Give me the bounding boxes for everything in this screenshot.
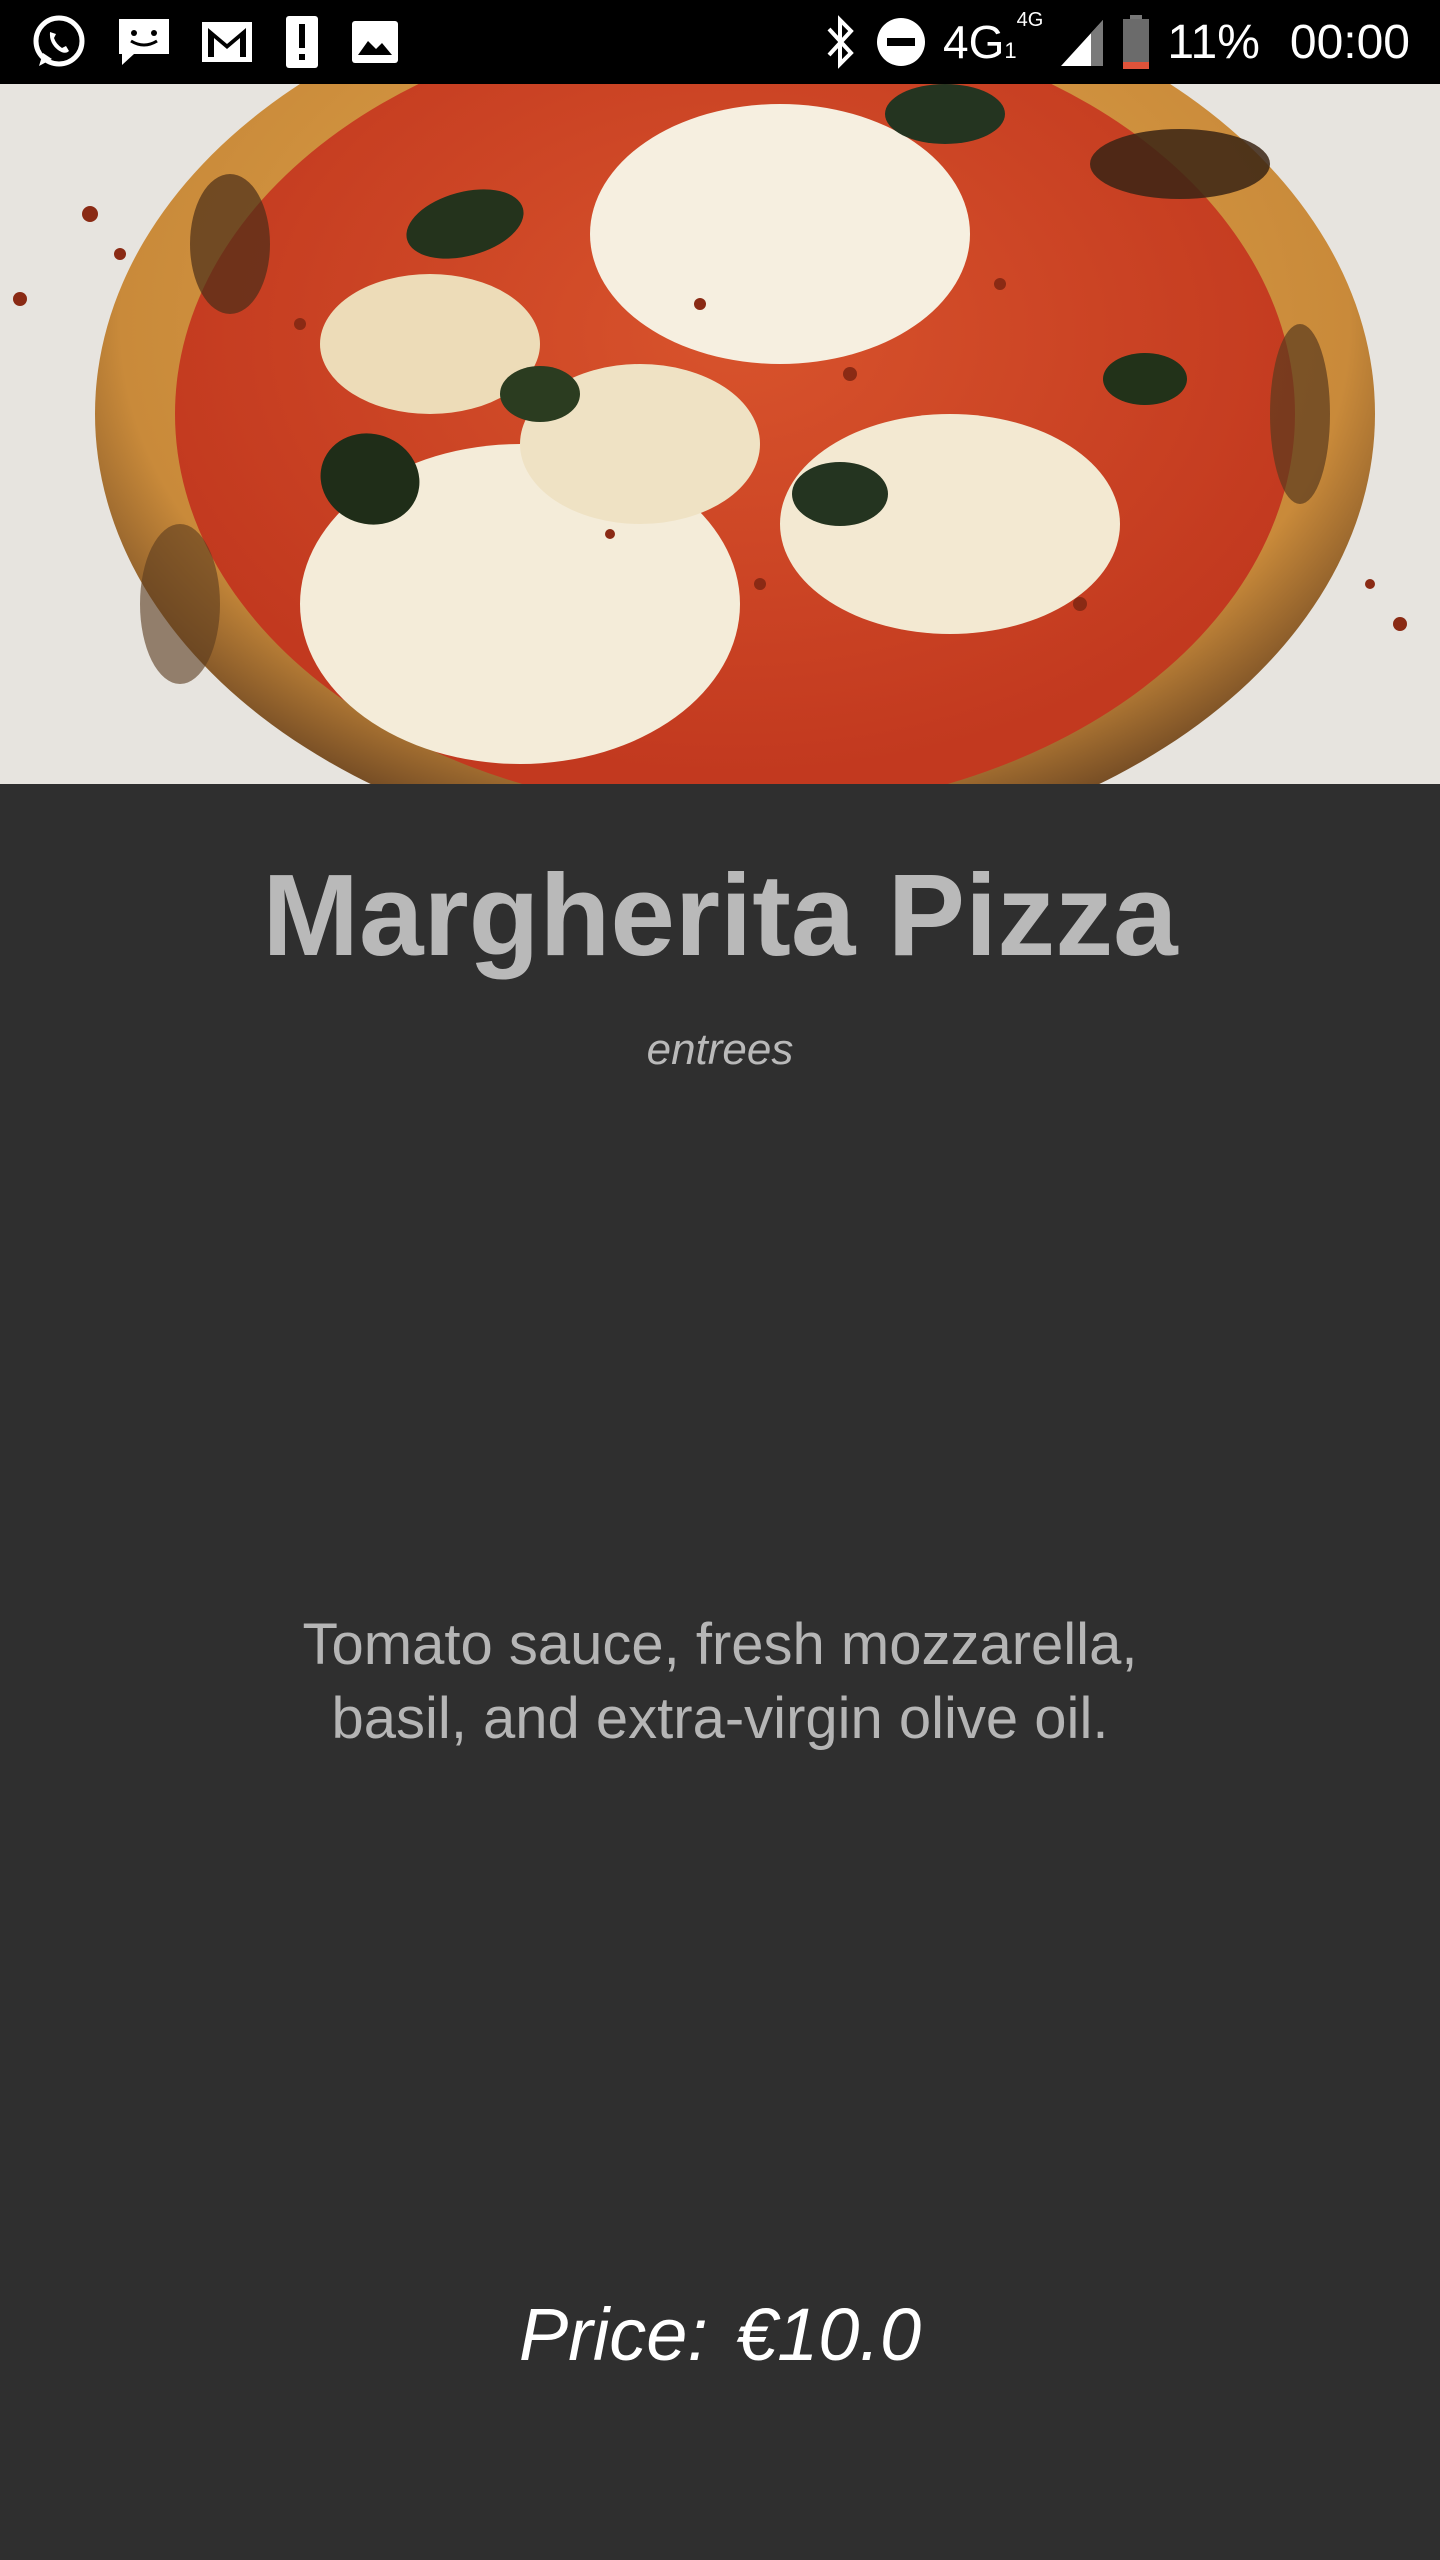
system-indicators: 4G14G 11% 00:00 xyxy=(823,0,1410,84)
dish-title: Margherita Pizza xyxy=(262,850,1178,980)
dish-category: entrees xyxy=(646,1025,794,1074)
status-bar: 4G14G 11% 00:00 xyxy=(0,0,1440,84)
battery-icon xyxy=(1121,14,1151,70)
price-label: Price: xyxy=(518,2293,708,2376)
margherita-pizza-photo xyxy=(0,84,1440,784)
battery-percentage: 11% xyxy=(1167,15,1260,69)
price-value: €10.0 xyxy=(735,2293,922,2376)
notification-icons xyxy=(30,0,400,84)
dish-photo xyxy=(0,84,1440,784)
dish-description: Tomato sauce, fresh mozzarella, basil, a… xyxy=(302,1612,1138,1751)
bluetooth-icon xyxy=(823,15,859,69)
signal-icon xyxy=(1059,16,1105,68)
whatsapp-icon xyxy=(30,13,88,71)
dish-price: Price: €10.0 xyxy=(0,2290,1440,2380)
alert-icon xyxy=(282,14,322,70)
messages-icon xyxy=(116,16,172,68)
clock: 00:00 xyxy=(1289,15,1410,69)
do-not-disturb-icon xyxy=(875,16,927,68)
network-type: 4G14G xyxy=(943,8,1044,68)
gallery-icon xyxy=(350,19,400,65)
gmail-icon xyxy=(200,20,254,64)
